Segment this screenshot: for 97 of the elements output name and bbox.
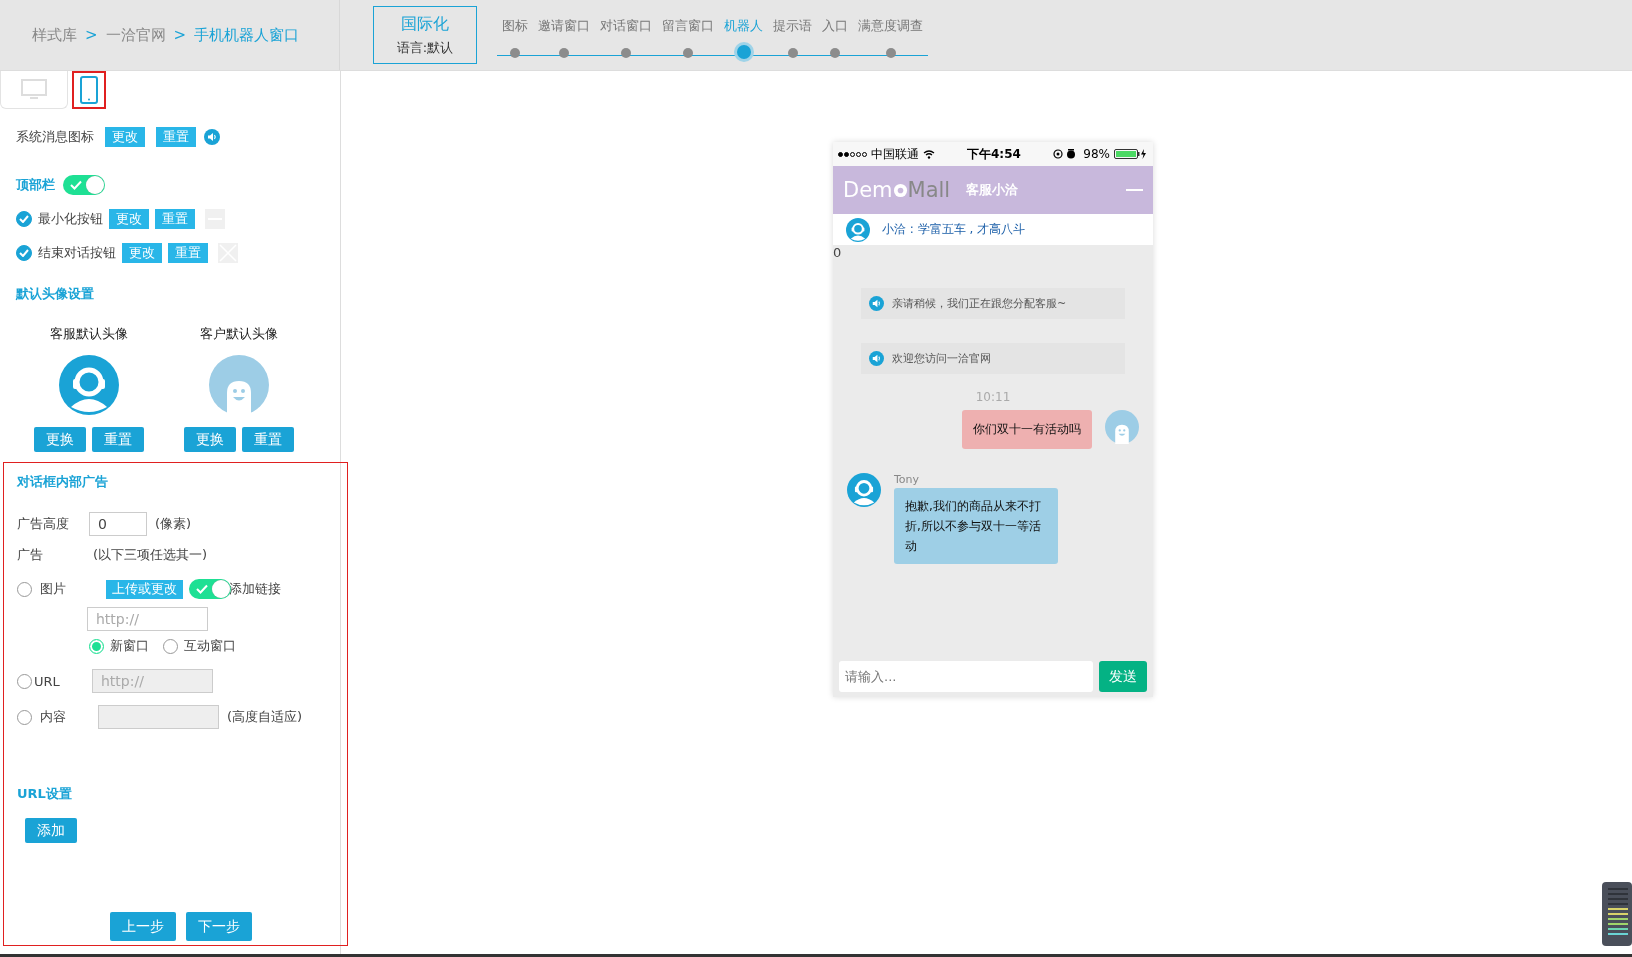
hint-text: (高度自适应)	[227, 708, 303, 726]
step-tab[interactable]: 提示语	[768, 17, 817, 58]
system-message-text: 欢迎您访问一洽官网	[892, 351, 991, 366]
section-title: 默认头像设置	[16, 285, 95, 303]
check-icon	[19, 215, 29, 223]
section-title: 顶部栏	[16, 176, 55, 194]
step-button[interactable]: 上一步	[109, 912, 176, 941]
speaker-icon	[869, 351, 884, 366]
clock-text: 下午4:54	[967, 145, 1021, 163]
option-label: 内容	[40, 708, 67, 726]
breadcrumb-link[interactable]: 一洽官网	[105, 25, 166, 45]
step-tab[interactable]: 满意度调查	[853, 17, 928, 58]
setting-label: 结束对话按钮	[38, 244, 116, 262]
content-input[interactable]	[98, 705, 219, 729]
radio-button[interactable]	[17, 581, 32, 597]
setting-button[interactable]: 更改	[105, 127, 145, 147]
ad-height-text: 0	[833, 245, 842, 260]
field-label: 广告	[17, 546, 44, 564]
logo-circle-icon	[892, 182, 908, 198]
step-tab[interactable]: 机器人	[719, 17, 768, 59]
logo-text: Dem	[843, 178, 893, 202]
agent-avatar-icon	[847, 473, 881, 507]
timestamp: 10:11	[974, 390, 1012, 404]
check-icon	[70, 180, 82, 190]
battery-icon	[1114, 149, 1148, 159]
step-button[interactable]: 下一步	[185, 912, 252, 941]
toggle-label: 添加链接	[229, 580, 281, 598]
monitor-icon	[21, 78, 47, 101]
option-label: 互动窗口	[184, 637, 236, 655]
avatar-button[interactable]: 更换	[34, 427, 86, 452]
upload-button[interactable]: 上传或更改	[106, 579, 183, 599]
locale-button[interactable]: 国际化 语言:默认	[373, 6, 477, 64]
speaker-icon	[869, 296, 884, 311]
agent-avatar-icon	[846, 217, 870, 242]
setting-button[interactable]: 重置	[156, 127, 196, 147]
step-tab[interactable]: 留言窗口	[657, 17, 719, 58]
radio-button[interactable]	[163, 638, 178, 654]
step-tab[interactable]: 邀请窗口	[533, 17, 595, 58]
agent-motto: 小洽 : 学富五车 , 才高八斗	[882, 221, 1026, 238]
agent-avatar-icon	[59, 355, 119, 415]
status-icons-drawing	[1053, 149, 1078, 159]
setting-button[interactable]: 重置	[155, 209, 195, 229]
avatar-label: 客户默认头像	[200, 325, 278, 343]
message-input[interactable]: 请输入...	[839, 661, 1093, 692]
avatar-button[interactable]: 重置	[242, 427, 294, 452]
check-icon	[19, 249, 29, 257]
chat-title: 客服小洽	[966, 181, 1019, 199]
check-icon	[196, 584, 208, 594]
breadcrumb-link[interactable]: 手机机器人窗口	[194, 25, 300, 45]
customer-bubble: 你们双十一有活动吗	[962, 410, 1092, 449]
avatar-button[interactable]: 更换	[184, 427, 236, 452]
step-tab[interactable]: 入口	[817, 17, 853, 58]
breadcrumb-separator: >	[85, 26, 98, 44]
phone-icon	[80, 76, 98, 104]
phone-tab[interactable]	[72, 71, 106, 109]
step-tab[interactable]: 对话窗口	[595, 17, 657, 58]
option-label: 图片	[40, 580, 67, 598]
checkbox[interactable]	[16, 245, 32, 261]
level-meter-drawing	[1602, 882, 1632, 946]
send-button[interactable]: 发送	[1099, 661, 1147, 692]
speaker-icon	[204, 129, 220, 145]
customer-avatar-icon	[1105, 410, 1139, 444]
hint-text: (以下三项任选其一)	[93, 546, 208, 564]
unit-label: (像素)	[155, 515, 192, 533]
url-input[interactable]: http://	[92, 669, 213, 693]
link-input[interactable]: http://	[87, 607, 208, 631]
setting-label: 系统消息图标	[16, 128, 94, 146]
toggle-switch[interactable]	[63, 175, 105, 195]
setting-button[interactable]: 重置	[168, 243, 208, 263]
system-message-text: 亲请稍候，我们正在跟您分配客服~	[892, 296, 1067, 311]
carrier-text: 中国联通	[871, 145, 919, 163]
wifi-icon	[923, 149, 935, 159]
height-input[interactable]: 0	[89, 512, 147, 536]
section-title: URL设置	[17, 785, 73, 803]
checkbox[interactable]	[16, 211, 32, 227]
toggle-switch[interactable]	[189, 579, 231, 599]
breadcrumb-separator: >	[173, 26, 187, 44]
setting-button[interactable]: 更改	[109, 209, 149, 229]
breadcrumb-link[interactable]: 样式库	[32, 25, 77, 45]
logo-text: Mall	[907, 178, 951, 202]
customer-avatar-icon	[209, 355, 269, 415]
radio-button[interactable]	[17, 709, 32, 725]
option-label: 新窗口	[110, 637, 149, 655]
step-tab[interactable]: 图标	[497, 17, 533, 58]
avatar-button[interactable]: 重置	[92, 427, 144, 452]
battery-text: 98%	[1083, 147, 1110, 161]
option-label: URL	[34, 673, 61, 689]
agent-bubble: 抱歉,我们的商品从来不打折,所以不参与双十一等活动	[894, 488, 1058, 564]
avatar-label: 客服默认头像	[50, 325, 128, 343]
add-button[interactable]: 添加	[25, 818, 77, 843]
radio-button[interactable]	[89, 638, 104, 654]
setting-label: 最小化按钮	[38, 210, 103, 228]
agent-name: Tony	[894, 473, 921, 486]
setting-button[interactable]: 更改	[122, 243, 162, 263]
field-label: 广告高度	[17, 515, 70, 533]
section-title: 对话框内部广告	[17, 473, 109, 491]
radio-button[interactable]	[17, 673, 32, 689]
